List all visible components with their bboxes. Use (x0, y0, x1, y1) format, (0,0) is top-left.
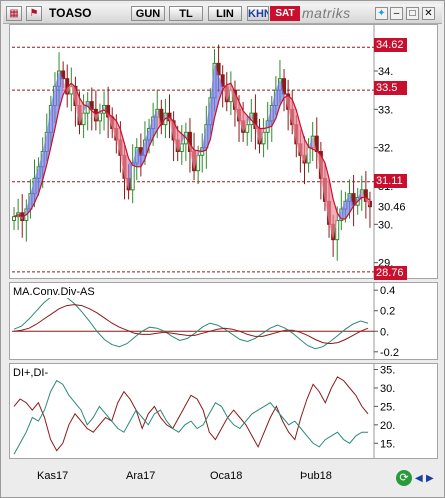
flag-icon[interactable]: ⚑ (26, 6, 42, 21)
y-tick-label: 0.2 (380, 306, 395, 318)
refresh-icon[interactable]: ⟳ (396, 470, 412, 486)
macd-title: MA.Conv.Div-AS (13, 286, 95, 298)
y-tick-label: 30. (380, 383, 395, 395)
y-tick-label: -0.2 (380, 347, 399, 359)
y-tick-label: 20. (380, 420, 395, 432)
maximize-icon[interactable]: □ (406, 7, 419, 20)
series-line-0 (13, 293, 369, 350)
khn-button[interactable]: KHN (247, 6, 269, 21)
status-badge: SAT (270, 6, 300, 21)
ma-band-up (202, 124, 207, 152)
ma-band-up (267, 105, 272, 128)
series-line-1 (13, 304, 369, 345)
menu-icon[interactable]: ▦ (6, 6, 22, 21)
y-tick-label: 25. (380, 401, 395, 413)
price-panel: 29.30.31.32.33.34.30.46 (9, 24, 438, 279)
macd-panel: 0.4 0.2 0. -0.2 MA.Conv.Div-AS (9, 282, 438, 360)
y-tick-label: 15. (380, 438, 395, 450)
di-title: DI+,DI- (13, 367, 49, 379)
close-icon[interactable]: ✕ (422, 7, 435, 20)
y-tick-label: 34. (378, 66, 393, 78)
price-tag-low: 28.76 (374, 266, 407, 280)
ma-band-up (341, 201, 346, 219)
toolbar: ▦ ⚑ TOASO GUN TL LIN KHN SAT matriks ✦ –… (3, 4, 442, 24)
chart-window: ▦ ⚑ TOASO GUN TL LIN KHN SAT matriks ✦ –… (0, 0, 445, 498)
x-tick-label: Ara17 (126, 470, 156, 482)
last-value-label: 30.46 (378, 202, 406, 214)
ma-band-down (288, 95, 293, 125)
candle-body (12, 216, 17, 222)
x-tick-label: Þub18 (300, 470, 332, 482)
price-tag-resistance: 33.5 (374, 81, 407, 95)
scroll-right-icon[interactable]: ▶ (426, 473, 434, 484)
price-tag-high: 34.62 (374, 38, 407, 52)
y-tick-label: 0. (380, 326, 389, 338)
x-tick-label: Kas17 (37, 470, 69, 482)
di-chart[interactable]: 35. 30. 25. 20. 15. (10, 364, 437, 458)
y-tick-label: 0.4 (380, 285, 395, 297)
brand-logo: matriks (302, 5, 351, 21)
price-chart[interactable]: 29.30.31.32.33.34.30.46 (10, 25, 437, 278)
scroll-left-icon[interactable]: ◀ (415, 473, 423, 484)
symbol-label: TOASO (49, 6, 92, 20)
y-tick-label: 30. (378, 219, 393, 231)
period-button[interactable]: GUN (131, 6, 165, 21)
y-tick-label: 35. (380, 365, 395, 377)
y-tick-label: 32. (378, 143, 393, 155)
scale-button[interactable]: LIN (208, 6, 242, 21)
currency-button[interactable]: TL (169, 6, 203, 21)
scroll-controls: ⟳ ◀ ▶ (396, 470, 438, 490)
x-tick-label: Oca18 (210, 470, 243, 482)
series-line-1 (13, 379, 368, 455)
minimize-icon[interactable]: – (390, 7, 403, 20)
twitter-icon[interactable]: ✦ (375, 7, 388, 20)
price-tag-support: 31.11 (374, 174, 407, 188)
ma-band-up (132, 147, 137, 167)
y-tick-label: 33. (378, 104, 393, 116)
series-line-0 (13, 376, 369, 452)
di-panel: 35. 30. 25. 20. 15. DI+,DI- (9, 363, 438, 459)
